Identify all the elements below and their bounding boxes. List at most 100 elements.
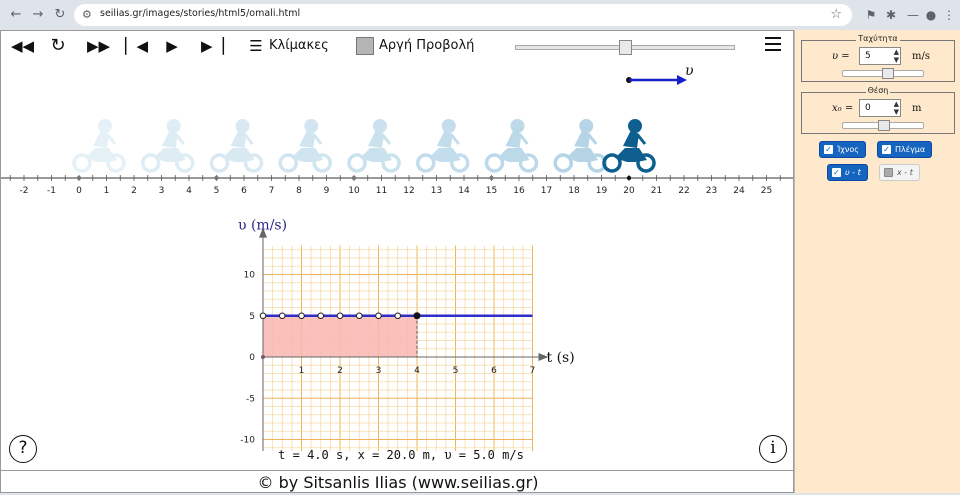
ruler-marker-dot <box>214 175 219 181</box>
ruler-tick-label: 23 <box>706 186 717 196</box>
bike-ghost <box>416 119 470 173</box>
reload-icon[interactable]: ↻ <box>52 7 68 23</box>
ruler-tick-label: -1 <box>47 186 56 196</box>
profile-icon[interactable]: ● <box>922 6 940 24</box>
restart-icon[interactable]: ↻ <box>49 37 67 55</box>
bike-ghost <box>553 119 607 173</box>
browser-menu-icon[interactable]: ⋮ <box>940 6 958 24</box>
velocity-slider[interactable] <box>842 68 924 79</box>
forward-icon[interactable]: → <box>30 7 46 23</box>
sample-point <box>298 312 305 320</box>
translate-icon[interactable]: ⚑ <box>862 6 880 24</box>
origin-dot <box>261 355 265 359</box>
vt-label: υ - t <box>845 168 861 177</box>
ruler-marker-dot <box>489 175 494 181</box>
trace-label: Ίχνος <box>837 145 859 154</box>
grid-toggle[interactable]: ✓ Πλέγμα <box>877 141 933 158</box>
velocity-unit: m/s <box>912 51 930 62</box>
position-symbol: x₀ = <box>832 103 854 114</box>
position-spinner-icon[interactable]: ▲ ▼ <box>894 100 899 116</box>
ruler-marker-dot <box>76 175 82 181</box>
x-axis-title: t (s) <box>547 350 575 366</box>
footer-credit: © by Sitsanlis Ilias (www.seilias.gr) <box>1 470 795 494</box>
sample-point <box>355 312 363 320</box>
bike-ghost <box>484 119 539 173</box>
rider-helmet <box>98 119 112 133</box>
position-slider-thumb[interactable] <box>878 120 890 131</box>
vt-graph-toggle[interactable]: ✓ υ - t <box>827 164 868 181</box>
bike-ghost <box>278 119 332 173</box>
position-panel-title: Θέση <box>865 86 891 95</box>
velocity-panel-title: Ταχύτητα <box>856 34 900 43</box>
bike-current <box>602 119 656 173</box>
hamburger-menu-icon[interactable] <box>765 37 781 53</box>
current-point <box>413 312 421 320</box>
address-bar[interactable]: ⚙ seilias.gr/images/stories/html5/omali.… <box>74 4 852 26</box>
x-tick-label: 6 <box>491 366 497 376</box>
velocity-panel: Ταχύτητα υ = 5 ▲ ▼ m/s <box>801 34 955 82</box>
velocity-symbol: υ = <box>832 51 850 62</box>
ruler-tick-label: 2 <box>131 186 137 196</box>
position-unit: m <box>912 103 922 114</box>
velocity-slider-thumb[interactable] <box>882 68 895 79</box>
grid-check-icon: ✓ <box>882 145 891 154</box>
browser-toolbar: ← → ↻ ⚙ seilias.gr/images/stories/html5/… <box>0 0 960 30</box>
ruler-tick-label: 24 <box>733 186 745 196</box>
position-slider[interactable] <box>842 120 924 131</box>
step-forward-icon[interactable]: ▶▕ <box>201 37 224 55</box>
x-tick-label: 1 <box>299 366 305 376</box>
bike-ghost <box>347 119 401 173</box>
simulation-area: ◀◀ ↻ ▶▶ ▏◀ ▶ ▶▕ ☰ Κλίμακες Αργή Προβολή … <box>0 30 795 494</box>
bike-ghost <box>72 119 126 173</box>
site-info-icon[interactable]: ⚙ <box>82 8 96 22</box>
ruler-marker-dot <box>626 175 632 181</box>
xt-graph-toggle[interactable]: x - t <box>879 164 920 181</box>
play-icon[interactable]: ▶ <box>163 37 181 55</box>
slow-motion-checkbox[interactable] <box>356 37 374 55</box>
ruler-tick-label: 4 <box>186 186 192 196</box>
y-axis-title: υ (m/s) <box>238 218 287 234</box>
sample-point <box>259 312 267 320</box>
ruler-tick-label: 22 <box>678 186 689 196</box>
position-value: 0 <box>865 103 871 113</box>
rider-helmet <box>235 119 250 133</box>
position-panel: Θέση x₀ = 0 ▲ ▼ m <box>801 86 955 134</box>
ruler-tick-label: 25 <box>761 186 772 196</box>
trace-toggle[interactable]: ✓ Ίχνος <box>819 141 866 158</box>
back-icon[interactable]: ← <box>8 7 24 23</box>
position-input[interactable]: 0 ▲ ▼ <box>859 99 901 117</box>
ruler-tick-label: 0 <box>76 186 82 196</box>
fast-forward-icon[interactable]: ▶▶ <box>87 37 110 55</box>
bike-ghost <box>209 119 264 173</box>
ruler-tick-label: -2 <box>20 186 29 196</box>
extensions-icon[interactable]: ✱ <box>882 6 900 24</box>
help-button[interactable]: ? <box>9 435 37 463</box>
xt-check-icon <box>884 168 893 177</box>
y-tick-label: 5 <box>249 312 255 322</box>
scales-icon[interactable]: ☰ <box>247 37 265 55</box>
sample-point <box>394 312 402 320</box>
bookmark-star-icon[interactable]: ☆ <box>830 7 842 22</box>
scales-label[interactable]: Κλίμακες <box>269 38 329 53</box>
displacement-area <box>263 315 417 357</box>
velocity-input[interactable]: 5 ▲ ▼ <box>859 47 901 65</box>
ruler-tick-label: 3 <box>159 186 165 196</box>
velocity-spinner-icon[interactable]: ▲ ▼ <box>894 48 899 64</box>
rider-helmet <box>373 119 387 133</box>
sample-point <box>278 312 286 320</box>
minimize-icon[interactable]: — <box>904 6 922 24</box>
simulation-app: ◀◀ ↻ ▶▶ ▏◀ ▶ ▶▕ ☰ Κλίμακες Αργή Προβολή … <box>0 30 960 493</box>
velocity-time-graph: 1 2 3 4 5 6 7 10 5 0 -5 -10 υ (m/s) t (s) <box>238 218 575 451</box>
sample-point <box>336 312 344 320</box>
slow-motion-label[interactable]: Αργή Προβολή <box>379 38 474 53</box>
velocity-value: 5 <box>865 51 871 61</box>
rider-helmet <box>628 119 642 133</box>
info-button[interactable]: i <box>759 435 787 463</box>
x-tick-label: 4 <box>414 366 420 376</box>
step-back-icon[interactable]: ▏◀ <box>125 37 148 55</box>
x-tick-label: 3 <box>376 366 382 376</box>
x-tick-label: 2 <box>337 366 343 376</box>
y-tick-label: -10 <box>240 436 255 446</box>
rewind-icon[interactable]: ◀◀ <box>11 37 34 55</box>
speed-slider-thumb[interactable] <box>619 40 632 55</box>
